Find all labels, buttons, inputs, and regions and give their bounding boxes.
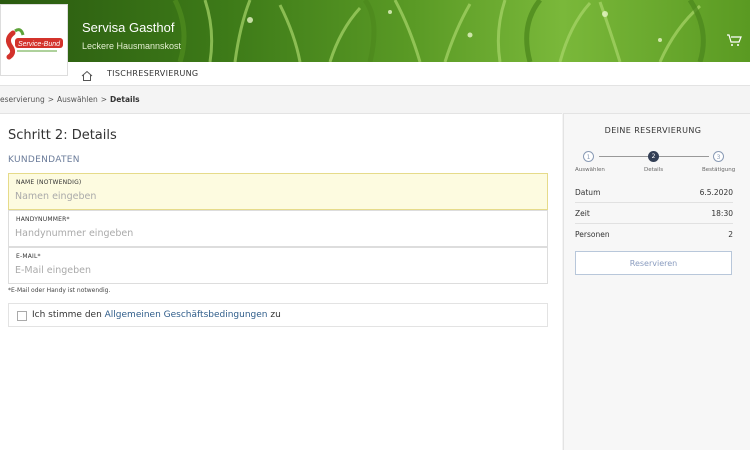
summary-title: DEINE RESERVIERUNG [604,126,702,135]
name-field[interactable]: NAME (NOTWENDIG) [8,173,548,210]
progress-stepper: 1 2 3 Auswählen Details Bestätigung [564,150,750,180]
step-2-indicator: 2 [648,151,659,162]
summary-key: Personen [575,230,610,239]
nav-bar: TISCHRESERVIERUNG [0,62,750,86]
terms-checkbox[interactable] [17,311,27,321]
page-title: Schritt 2: Details [8,128,117,143]
header-banner: Servisa Gasthof Leckere Hausmannskost [0,0,750,62]
tab-tischreservierung[interactable]: TISCHRESERVIERUNG [107,69,198,78]
email-input[interactable] [15,265,535,276]
step-3-label: Bestätigung [702,167,736,173]
summary-key: Datum [575,188,601,197]
name-input[interactable] [15,191,535,202]
summary-value: 2 [728,230,733,239]
summary-value: 6.5.2020 [699,188,733,197]
stepper-line [659,156,709,157]
required-note: *E-Mail oder Handy ist notwendig. [8,287,111,294]
email-field-label: E-MAIL* [16,253,41,260]
terms-link[interactable]: Allgemeinen Geschäftsbedingungen [105,310,268,320]
step-1-label: Auswählen [575,167,605,173]
phone-field[interactable]: HANDYNUMMER* [8,210,548,247]
terms-suffix: zu [267,310,281,320]
terms-text: Ich stimme den Allgemeinen Geschäftsbedi… [32,310,281,320]
summary-row-zeit: Zeit 18:30 [575,203,733,224]
reserve-button[interactable]: Reservieren [575,251,732,275]
summary-key: Zeit [575,209,590,218]
name-field-label: NAME (NOTWENDIG) [16,179,82,186]
reservation-summary-panel: DEINE RESERVIERUNG 1 2 3 Auswählen Detai… [563,113,750,450]
stepper-line [599,156,648,157]
svg-text:Service-Bund: Service-Bund [18,41,61,48]
breadcrumb-item-auswaehlen[interactable]: Auswählen [57,95,98,104]
breadcrumb-separator: > [47,95,55,104]
phone-field-label: HANDYNUMMER* [16,216,70,223]
details-form-panel: Schritt 2: Details KUNDENDATEN NAME (NOT… [0,113,562,450]
step-3-indicator: 3 [713,151,724,162]
breadcrumb-item-details: Details [110,95,140,104]
brand-subtitle: Leckere Hausmannskost [82,41,182,51]
breadcrumb: eservierung > Auswählen > Details [0,95,140,104]
breadcrumb-separator: > [100,95,108,104]
summary-row-datum: Datum 6.5.2020 [575,182,733,203]
step-2-label: Details [644,167,664,173]
phone-input[interactable] [15,228,535,239]
home-icon[interactable] [81,67,93,86]
summary-value: 18:30 [711,209,733,218]
brand-title: Servisa Gasthof [82,20,175,35]
email-field[interactable]: E-MAIL* [8,247,548,284]
step-1-indicator: 1 [583,151,594,162]
restaurant-logo[interactable]: Service-Bund [0,4,68,76]
section-title: KUNDENDATEN [8,155,80,165]
breadcrumb-item-reservierung[interactable]: eservierung [0,95,45,104]
terms-prefix: Ich stimme den [32,310,105,320]
summary-row-personen: Personen 2 [575,224,733,245]
cart-icon[interactable] [726,32,742,51]
terms-row: Ich stimme den Allgemeinen Geschäftsbedi… [8,303,548,327]
